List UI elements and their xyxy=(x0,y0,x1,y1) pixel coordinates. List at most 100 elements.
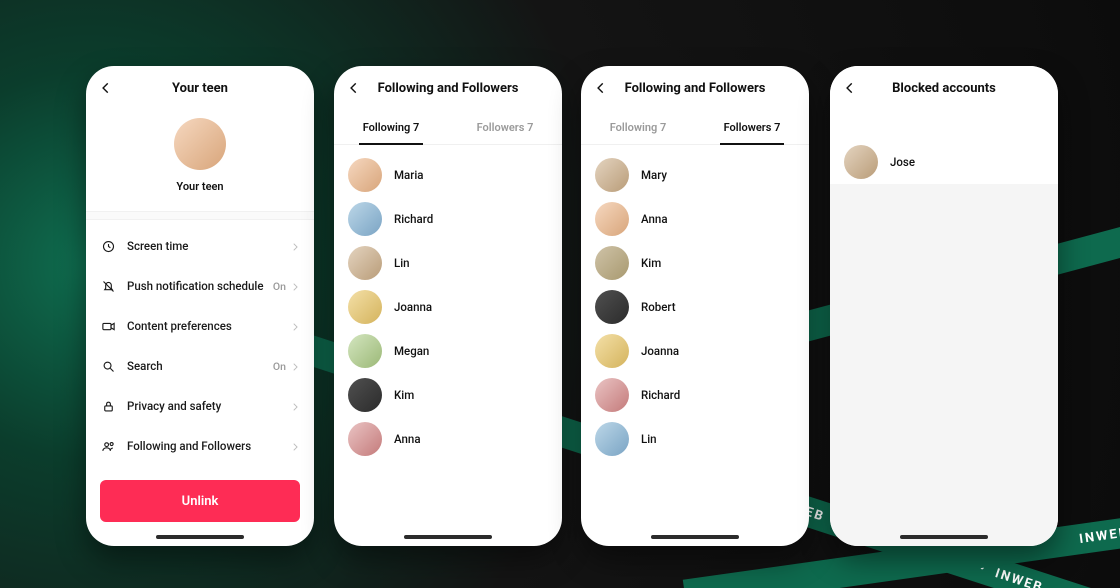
back-button[interactable] xyxy=(344,78,364,98)
avatar xyxy=(348,158,382,192)
chevron-right-icon xyxy=(290,361,300,371)
user-name: Lin xyxy=(641,432,657,446)
menu-privacy-safety[interactable]: Privacy and safety xyxy=(86,386,314,426)
following-list: Maria Richard Lin Joanna Megan Kim Anna xyxy=(334,145,562,469)
list-item[interactable]: Joanna xyxy=(334,285,562,329)
menu-label: Screen time xyxy=(127,239,290,253)
profile-block: Your teen xyxy=(86,110,314,211)
menu-search[interactable]: Search On xyxy=(86,346,314,386)
lock-icon xyxy=(100,398,116,414)
user-name: Richard xyxy=(641,388,680,402)
avatar xyxy=(595,290,629,324)
home-indicator xyxy=(651,535,739,539)
home-indicator xyxy=(404,535,492,539)
chevron-left-icon xyxy=(347,81,361,95)
list-item[interactable]: Mary xyxy=(581,153,809,197)
avatar xyxy=(348,246,382,280)
section-divider xyxy=(86,211,314,220)
list-item[interactable]: Maria xyxy=(334,153,562,197)
list-item[interactable]: Kim xyxy=(581,241,809,285)
chevron-left-icon xyxy=(99,81,113,95)
menu-label: Content preferences xyxy=(127,319,290,333)
user-name: Joanna xyxy=(394,300,432,314)
avatar xyxy=(348,378,382,412)
screen-body: Jose xyxy=(830,140,1058,546)
list-item[interactable]: Robert xyxy=(581,285,809,329)
list-item[interactable]: Joanna xyxy=(581,329,809,373)
home-indicator xyxy=(156,535,244,539)
blocked-list: Jose xyxy=(830,140,1058,184)
list-item[interactable]: Kim xyxy=(334,373,562,417)
avatar xyxy=(348,334,382,368)
chevron-right-icon xyxy=(290,241,300,251)
tab-label: Followers 7 xyxy=(724,121,781,134)
back-button[interactable] xyxy=(840,78,860,98)
user-name: Lin xyxy=(394,256,410,270)
tab-followers[interactable]: Followers 7 xyxy=(448,110,562,144)
list-item[interactable]: Jose xyxy=(830,140,1058,184)
phone-following: Following and Followers Following 7 Foll… xyxy=(334,66,562,546)
list-item[interactable]: Anna xyxy=(581,197,809,241)
tab-label: Following 7 xyxy=(610,121,667,134)
list-item[interactable]: Richard xyxy=(581,373,809,417)
user-name: Anna xyxy=(641,212,668,226)
unlink-button[interactable]: Unlink xyxy=(100,480,300,522)
tab-following[interactable]: Following 7 xyxy=(334,110,448,144)
avatar xyxy=(348,202,382,236)
search-icon xyxy=(100,358,116,374)
menu-content-preferences[interactable]: Content preferences xyxy=(86,306,314,346)
back-button[interactable] xyxy=(96,78,116,98)
avatar xyxy=(348,290,382,324)
avatar xyxy=(595,246,629,280)
clock-icon xyxy=(100,238,116,254)
tab-label: Following 7 xyxy=(363,121,420,134)
user-name: Maria xyxy=(394,168,423,182)
unlink-label: Unlink xyxy=(182,494,219,509)
header: Following and Followers xyxy=(581,66,809,110)
menu-label: Push notification schedule xyxy=(127,279,273,293)
chevron-left-icon xyxy=(594,81,608,95)
avatar xyxy=(595,334,629,368)
page-title: Following and Followers xyxy=(378,81,519,96)
menu-label: Following and Followers xyxy=(127,439,290,453)
user-name: Kim xyxy=(641,256,661,270)
tabs: Following 7 Followers 7 xyxy=(581,110,809,145)
user-name: Megan xyxy=(394,344,429,358)
tab-followers[interactable]: Followers 7 xyxy=(695,110,809,144)
chevron-left-icon xyxy=(843,81,857,95)
video-icon xyxy=(100,318,116,334)
back-button[interactable] xyxy=(591,78,611,98)
avatar xyxy=(595,158,629,192)
avatar xyxy=(595,422,629,456)
list-item[interactable]: Megan xyxy=(334,329,562,373)
menu-push-notification-schedule[interactable]: Push notification schedule On xyxy=(86,266,314,306)
list-item[interactable]: Richard xyxy=(334,197,562,241)
teen-name: Your teen xyxy=(176,180,223,193)
list-item[interactable]: Anna xyxy=(334,417,562,461)
settings-menu: Screen time Push notification schedule O… xyxy=(86,220,314,512)
bell-off-icon xyxy=(100,278,116,294)
tabs: Following 7 Followers 7 xyxy=(334,110,562,145)
avatar xyxy=(595,378,629,412)
header: Blocked accounts xyxy=(830,66,1058,110)
user-name: Mary xyxy=(641,168,667,182)
followers-list: Mary Anna Kim Robert Joanna Richard Lin xyxy=(581,145,809,469)
header: Your teen xyxy=(86,66,314,110)
list-item[interactable]: Lin xyxy=(581,417,809,461)
phone-blocked: Blocked accounts Jose xyxy=(830,66,1058,546)
menu-label: Search xyxy=(127,359,273,373)
list-item[interactable]: Lin xyxy=(334,241,562,285)
page-title: Blocked accounts xyxy=(892,81,996,96)
menu-screen-time[interactable]: Screen time xyxy=(86,226,314,266)
header: Following and Followers xyxy=(334,66,562,110)
menu-following-followers[interactable]: Following and Followers xyxy=(86,426,314,466)
menu-badge: On xyxy=(273,280,286,293)
avatar xyxy=(348,422,382,456)
menu-badge: On xyxy=(273,360,286,373)
teen-avatar[interactable] xyxy=(174,118,226,170)
tab-following[interactable]: Following 7 xyxy=(581,110,695,144)
page-title: Your teen xyxy=(172,81,228,96)
phone-your-teen: Your teen Your teen Screen time Push not… xyxy=(86,66,314,546)
users-icon xyxy=(100,438,116,454)
user-name: Kim xyxy=(394,388,414,402)
